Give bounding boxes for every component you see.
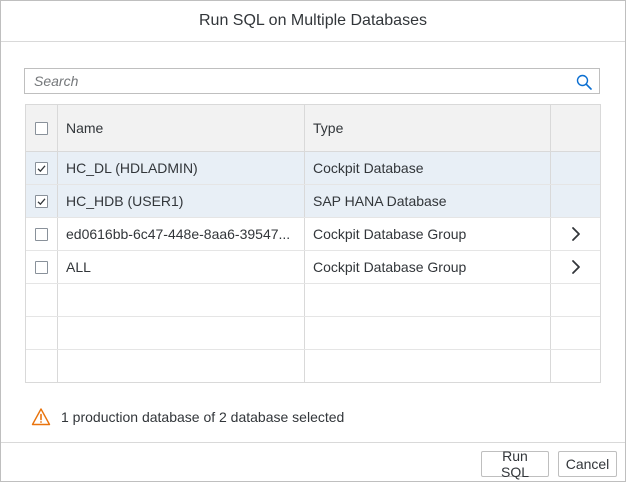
column-header-name[interactable]: Name (58, 105, 305, 151)
row-checkbox[interactable] (35, 194, 48, 208)
row-nav-cell (551, 350, 600, 383)
row-name (58, 317, 305, 349)
row-select-cell (26, 152, 58, 184)
select-all-checkbox[interactable] (35, 121, 48, 135)
row-name (58, 350, 305, 383)
column-header-type[interactable]: Type (305, 105, 551, 151)
cancel-button[interactable]: Cancel (558, 451, 617, 477)
row-checkbox[interactable] (35, 260, 48, 274)
table-row[interactable]: HC_DL (HDLADMIN) Cockpit Database (26, 152, 600, 185)
row-name: ed0616bb-6c47-448e-8aa6-39547... (58, 218, 305, 250)
warning-icon (31, 407, 51, 427)
row-select-cell (26, 350, 58, 383)
database-table: Name Type HC_DL (HDLADMIN) Cockpit Databa… (25, 104, 601, 383)
search-icon[interactable] (575, 73, 593, 91)
dialog-footer: Run SQL Cancel (1, 442, 625, 482)
dialog-title: Run SQL on Multiple Databases (1, 1, 625, 42)
selection-warning: 1 production database of 2 database sele… (31, 405, 344, 429)
chevron-right-icon[interactable] (571, 259, 581, 275)
table-row[interactable]: HC_HDB (USER1) SAP HANA Database (26, 185, 600, 218)
row-name: ALL (58, 251, 305, 283)
search-field[interactable] (24, 68, 600, 94)
run-sql-dialog: Run SQL on Multiple Databases Name Type … (0, 0, 626, 482)
row-checkbox[interactable] (35, 227, 48, 241)
row-nav-cell (551, 284, 600, 316)
warning-message: 1 production database of 2 database sele… (61, 409, 345, 425)
row-nav-cell (551, 317, 600, 349)
row-select-cell (26, 218, 58, 250)
row-select-cell (26, 251, 58, 283)
column-header-nav (551, 105, 600, 151)
row-type (305, 284, 551, 316)
search-input[interactable] (25, 69, 574, 93)
empty-table-row (26, 284, 600, 317)
row-nav-cell (551, 152, 600, 184)
row-name: HC_HDB (USER1) (58, 185, 305, 217)
chevron-right-icon[interactable] (571, 226, 581, 242)
row-type: Cockpit Database Group (305, 218, 551, 250)
row-checkbox[interactable] (35, 161, 48, 175)
empty-table-row (26, 317, 600, 350)
table-row[interactable]: ed0616bb-6c47-448e-8aa6-39547... Cockpit … (26, 218, 600, 251)
row-type: SAP HANA Database (305, 185, 551, 217)
row-nav-cell (551, 185, 600, 217)
row-type (305, 350, 551, 383)
row-select-cell (26, 284, 58, 316)
row-type: Cockpit Database (305, 152, 551, 184)
row-type (305, 317, 551, 349)
row-nav-cell (551, 218, 600, 250)
empty-table-row (26, 350, 600, 383)
row-nav-cell (551, 251, 600, 283)
row-name (58, 284, 305, 316)
table-header-row: Name Type (26, 105, 600, 152)
table-row[interactable]: ALL Cockpit Database Group (26, 251, 600, 284)
run-sql-button[interactable]: Run SQL (481, 448, 549, 480)
row-select-cell (26, 185, 58, 217)
row-name: HC_DL (HDLADMIN) (58, 152, 305, 184)
row-type: Cockpit Database Group (305, 251, 551, 283)
row-select-cell (26, 317, 58, 349)
select-all-cell (26, 105, 58, 151)
